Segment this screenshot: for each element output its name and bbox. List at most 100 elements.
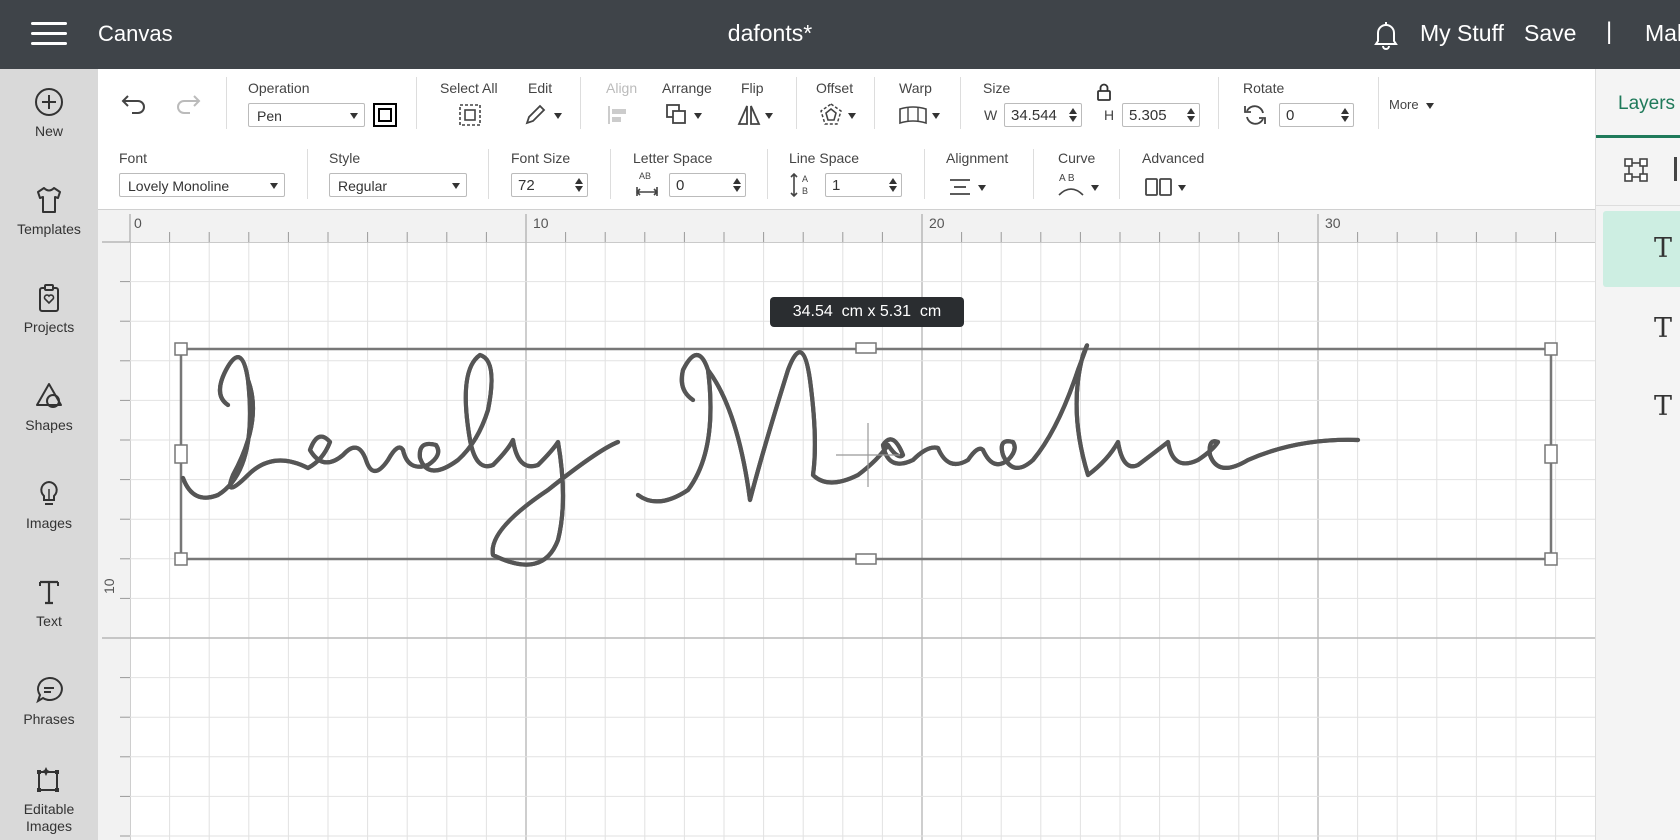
font-size-stepper-icon[interactable] [575, 177, 583, 193]
edit-toolbar: Operation Pen Select All Edit Align Arra… [98, 69, 1595, 140]
group-icon[interactable] [1621, 155, 1651, 185]
edit-dropdown-icon[interactable] [554, 113, 562, 119]
warp-dropdown-icon[interactable] [932, 113, 940, 119]
curve-dropdown-icon[interactable] [1091, 185, 1099, 191]
resize-handle-bottom-right[interactable] [1544, 552, 1558, 566]
curve-icon[interactable]: A B [1056, 173, 1086, 199]
resize-handle-bottom-left[interactable] [174, 552, 188, 566]
letter-space-input[interactable]: 0 [669, 173, 746, 197]
select-all-label: Select All [440, 80, 498, 96]
resize-handle-top-right[interactable] [1544, 342, 1558, 356]
width-input[interactable]: 34.544 [1004, 103, 1082, 127]
script-text-object[interactable] [180, 345, 1361, 564]
toolbar-divider [874, 77, 875, 129]
arrange-icon[interactable] [664, 102, 690, 128]
align-label: Align [606, 80, 638, 96]
document-title: dafonts* [727, 20, 813, 46]
ruler-label-0: 0 [134, 215, 142, 231]
line-space-input[interactable]: 1 [825, 173, 902, 197]
layer-row-selected[interactable]: T [1603, 211, 1680, 287]
height-label: H [1104, 107, 1115, 123]
sidebar-item-text[interactable]: Text [0, 577, 98, 630]
offset-dropdown-icon[interactable] [848, 113, 856, 119]
rotate-input[interactable]: 0 [1279, 103, 1354, 127]
resize-handle-left[interactable] [174, 444, 188, 464]
line-space-stepper-icon[interactable] [889, 177, 897, 193]
height-input[interactable]: 5.305 [1122, 103, 1200, 127]
my-stuff-link[interactable]: My Stuff [1420, 20, 1504, 47]
ruler-label-30: 30 [1325, 215, 1341, 231]
rotate-icon[interactable] [1242, 102, 1268, 128]
selection-bounding-box[interactable] [179, 347, 1553, 561]
style-value: Regular [338, 178, 388, 194]
sidebar-item-new[interactable]: New [0, 87, 98, 140]
tab-layers[interactable]: Layers [1618, 93, 1675, 115]
flip-icon[interactable] [736, 102, 762, 128]
flip-label: Flip [741, 80, 764, 96]
resize-handle-top[interactable] [855, 342, 877, 354]
ruler-label-10: 10 [533, 215, 549, 231]
ungroup-icon[interactable] [1674, 157, 1677, 181]
undo-icon[interactable] [120, 91, 150, 115]
alignment-dropdown-icon[interactable] [978, 185, 986, 191]
lock-icon[interactable] [1096, 83, 1112, 101]
resize-handle-top-left[interactable] [174, 342, 188, 356]
arrange-dropdown-icon[interactable] [694, 113, 702, 119]
more-button[interactable]: More [1389, 97, 1419, 112]
sidebar-item-label: Templates [17, 221, 81, 237]
warp-icon[interactable] [898, 105, 928, 127]
flip-dropdown-icon[interactable] [765, 113, 773, 119]
letter-space-value: 0 [676, 177, 685, 194]
user-name[interactable]: Mal [1645, 20, 1680, 47]
top-ruler [98, 210, 1595, 242]
topbar-separator: | [1606, 18, 1613, 45]
redo-icon[interactable] [172, 91, 202, 115]
font-select[interactable]: Lovely Monoline [119, 173, 285, 197]
advanced-label: Advanced [1142, 150, 1205, 166]
sidebar-item-images[interactable]: Images [0, 479, 98, 532]
layer-row[interactable]: T [1603, 291, 1680, 367]
text-icon [39, 580, 59, 605]
pencil-icon[interactable] [523, 103, 549, 127]
advanced-dropdown-icon[interactable] [1178, 185, 1186, 191]
left-ruler [98, 210, 130, 840]
layers-panel: Layers T T T [1595, 69, 1680, 840]
line-space-icon: A B [789, 172, 813, 200]
toolbar-divider [1378, 77, 1379, 129]
sidebar-item-shapes[interactable]: Shapes [0, 381, 98, 434]
sidebar-item-editable-images[interactable]: Editable Images [0, 765, 98, 835]
design-canvas[interactable]: 0 10 20 30 10 34.54 cm x 5.31 cm [98, 210, 1595, 840]
style-select[interactable]: Regular [329, 173, 467, 197]
editable-image-icon [37, 767, 59, 792]
sidebar-item-label: Images [26, 515, 72, 531]
toolbar-divider [924, 149, 925, 199]
style-label: Style [329, 150, 361, 166]
height-stepper-icon[interactable] [1187, 107, 1195, 123]
sidebar-item-label: Projects [23, 319, 75, 335]
save-button[interactable]: Save [1524, 20, 1576, 47]
letter-space-stepper-icon[interactable] [733, 177, 741, 193]
pen-color-swatch[interactable] [373, 103, 397, 127]
sidebar-item-phrases[interactable]: Phrases [0, 675, 98, 728]
notification-bell-icon[interactable] [1372, 20, 1400, 50]
sidebar-item-templates[interactable]: Templates [0, 185, 98, 238]
font-size-input[interactable]: 72 [511, 173, 588, 197]
rotate-stepper-icon[interactable] [1341, 107, 1349, 123]
layer-row[interactable]: T [1603, 369, 1680, 445]
advanced-icon[interactable] [1144, 177, 1174, 197]
sidebar-item-projects[interactable]: Projects [0, 283, 98, 336]
text-layer-icon: T [1654, 313, 1673, 344]
canvas-grid [129, 241, 1595, 840]
width-value: 34.544 [1011, 107, 1057, 124]
toolbar-divider [307, 149, 308, 199]
arrange-label: Arrange [662, 80, 712, 96]
resize-handle-right[interactable] [1544, 444, 1558, 464]
operation-select[interactable]: Pen [248, 103, 365, 127]
width-stepper-icon[interactable] [1069, 107, 1077, 123]
more-dropdown-icon[interactable] [1426, 103, 1434, 109]
offset-icon[interactable] [818, 102, 844, 128]
warp-label: Warp [899, 80, 932, 96]
text-align-icon[interactable] [948, 177, 972, 197]
select-all-icon[interactable] [457, 102, 483, 128]
resize-handle-bottom[interactable] [855, 553, 877, 565]
